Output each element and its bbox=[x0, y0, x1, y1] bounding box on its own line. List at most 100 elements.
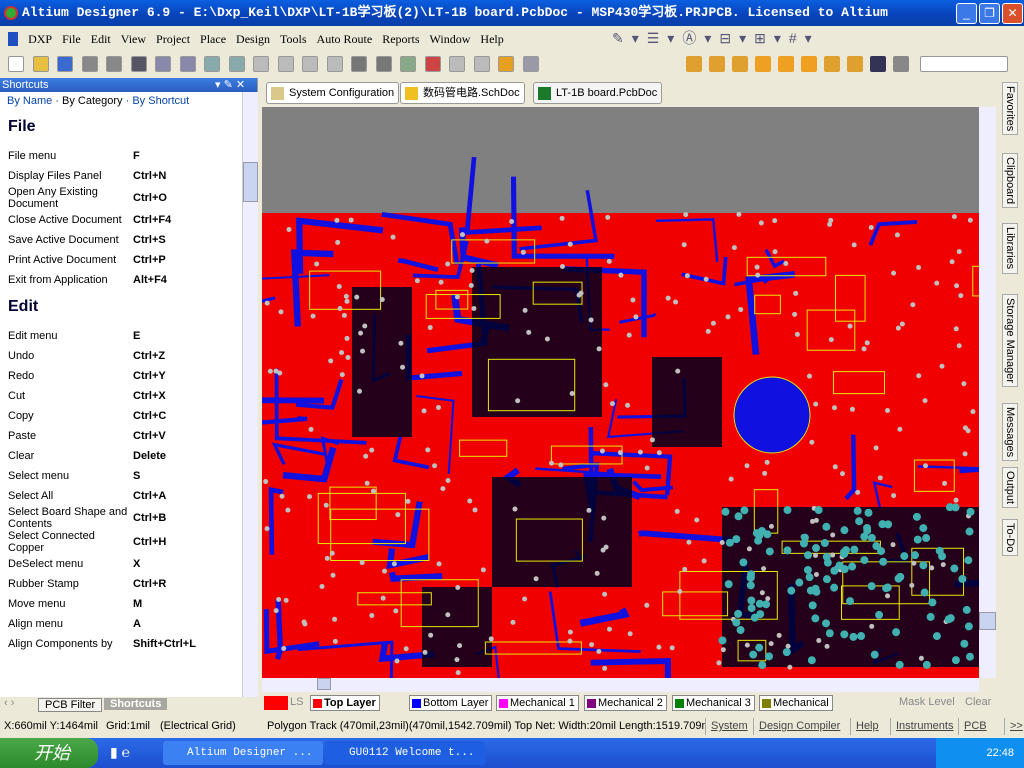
panel-scrollbar[interactable] bbox=[242, 92, 258, 698]
shortcut-row[interactable]: Edit menu E bbox=[0, 326, 257, 346]
status-button[interactable]: System bbox=[705, 718, 753, 735]
shortcut-row[interactable]: Save Active Document Ctrl+S bbox=[0, 230, 257, 250]
shortcut-row[interactable]: Select All Ctrl+A bbox=[0, 486, 257, 506]
horizontal-scrollbar[interactable] bbox=[262, 678, 979, 692]
shortcut-row[interactable]: Align menu A bbox=[0, 614, 257, 634]
place-tool-icon[interactable] bbox=[709, 56, 725, 72]
toolbar-icon[interactable] bbox=[228, 56, 245, 72]
toolbar-icon[interactable] bbox=[179, 56, 196, 72]
place-tool-icon[interactable] bbox=[778, 56, 794, 72]
by-shortcut-link[interactable]: By Shortcut bbox=[132, 95, 189, 107]
tab-system-configuration[interactable]: System Configuration bbox=[266, 82, 400, 104]
by-name-link[interactable]: By Name bbox=[7, 95, 52, 107]
side-tab-storage-manager[interactable]: Storage Manager bbox=[1002, 294, 1018, 388]
menu-help[interactable]: Help bbox=[475, 28, 508, 50]
shortcut-row[interactable]: Align Components by Shift+Ctrl+L bbox=[0, 634, 257, 654]
layer-tab[interactable]: Mechanical bbox=[759, 695, 833, 711]
menu-reports[interactable]: Reports bbox=[377, 28, 424, 50]
shortcut-row[interactable]: Select Connected Copper Ctrl+H bbox=[0, 530, 257, 554]
tab-shortcuts[interactable]: Shortcuts bbox=[104, 698, 168, 710]
menu-project[interactable]: Project bbox=[151, 28, 195, 50]
task-altium[interactable]: Altium Designer ... bbox=[163, 741, 323, 765]
toolbar-icon[interactable] bbox=[473, 56, 490, 72]
side-tab-messages[interactable]: Messages bbox=[1002, 402, 1018, 461]
layer-tab[interactable]: Bottom Layer bbox=[409, 695, 493, 711]
layer-tab[interactable]: Mechanical 3 bbox=[672, 695, 755, 711]
shortcut-row[interactable]: Cut Ctrl+X bbox=[0, 386, 257, 406]
toolbar-icon[interactable] bbox=[130, 56, 147, 72]
side-tab-favorites[interactable]: Favorites bbox=[1002, 82, 1018, 136]
side-tab-output[interactable]: Output bbox=[1002, 467, 1018, 509]
menu-edit[interactable]: Edit bbox=[86, 28, 116, 50]
shortcut-row[interactable]: Paste Ctrl+V bbox=[0, 426, 257, 446]
menu-dxp[interactable]: DXP bbox=[23, 28, 57, 50]
panel-menu-icon[interactable]: ▾ ✎ ✕ bbox=[215, 78, 245, 92]
tab-pcbdoc[interactable]: LT-1B board.PcbDoc bbox=[533, 82, 663, 104]
toolbar-icon[interactable] bbox=[351, 56, 367, 72]
menu-window[interactable]: Window bbox=[425, 28, 476, 50]
place-tool-icon[interactable] bbox=[870, 56, 886, 72]
menu-view[interactable]: View bbox=[116, 28, 151, 50]
place-tool-icon[interactable] bbox=[893, 56, 909, 72]
place-tool-icon[interactable] bbox=[847, 56, 863, 72]
status-button[interactable]: PCB bbox=[958, 718, 992, 735]
toolbar-icon[interactable] bbox=[57, 56, 73, 72]
side-tab-libraries[interactable]: Libraries bbox=[1002, 223, 1018, 274]
menu-file[interactable]: File bbox=[57, 28, 86, 50]
shortcut-row[interactable]: Select menu S bbox=[0, 466, 257, 486]
toolbar-icon[interactable] bbox=[204, 56, 220, 72]
toolbar-icon[interactable] bbox=[400, 56, 416, 72]
place-tool-icon[interactable] bbox=[824, 56, 840, 72]
close-button[interactable]: ✕ bbox=[1002, 3, 1023, 24]
toolbar-icon[interactable] bbox=[449, 56, 465, 72]
shortcut-row[interactable]: Clear Delete bbox=[0, 446, 257, 466]
status-button[interactable]: Instruments bbox=[890, 718, 958, 735]
toolbar-icon[interactable] bbox=[253, 56, 269, 72]
shortcut-row[interactable]: Redo Ctrl+Y bbox=[0, 366, 257, 386]
shortcut-row[interactable]: Rubber Stamp Ctrl+R bbox=[0, 574, 257, 594]
place-tool-icon[interactable] bbox=[686, 56, 702, 72]
shortcut-row[interactable]: Close Active Document Ctrl+F4 bbox=[0, 210, 257, 230]
shortcut-row[interactable]: Print Active Document Ctrl+P bbox=[0, 250, 257, 270]
shortcut-row[interactable]: Undo Ctrl+Z bbox=[0, 346, 257, 366]
toolbar-icon[interactable] bbox=[424, 56, 441, 72]
ls-button[interactable]: LS bbox=[290, 696, 303, 708]
menu-auto-route[interactable]: Auto Route bbox=[312, 28, 378, 50]
shortcut-row[interactable]: File menu F bbox=[0, 146, 257, 166]
toolbar-combo[interactable] bbox=[920, 56, 1008, 72]
status-button[interactable]: Help bbox=[850, 718, 884, 735]
shortcut-row[interactable]: Move menu M bbox=[0, 594, 257, 614]
shortcut-row[interactable]: Select Board Shape and Contents Ctrl+B bbox=[0, 506, 257, 530]
status-button[interactable]: Design Compiler bbox=[753, 718, 845, 735]
by-category-link[interactable]: By Category bbox=[62, 95, 123, 107]
toolbar-icon[interactable] bbox=[81, 56, 98, 72]
pcb-toolbar-icons[interactable]: ✎▾☰▾Ⓐ▾⊟▾⊞▾#▾ bbox=[612, 28, 820, 48]
start-button[interactable]: 开始 bbox=[0, 738, 98, 768]
side-tab-to-do[interactable]: To-Do bbox=[1002, 518, 1018, 557]
shortcut-row[interactable]: Open Any Existing Document Ctrl+O bbox=[0, 186, 257, 210]
toolbar-icon[interactable] bbox=[155, 56, 171, 72]
toolbar-icon[interactable] bbox=[8, 56, 24, 72]
maximize-button[interactable]: ❐ bbox=[979, 3, 1000, 24]
mask-level-button[interactable]: Mask Level bbox=[899, 696, 955, 708]
place-tool-icon[interactable] bbox=[732, 56, 748, 72]
shortcut-row[interactable]: Display Files Panel Ctrl+N bbox=[0, 166, 257, 186]
toolbar-icon[interactable] bbox=[277, 56, 294, 72]
menu-place[interactable]: Place bbox=[195, 28, 231, 50]
shortcut-row[interactable]: Exit from Application Alt+F4 bbox=[0, 270, 257, 290]
pcb-canvas[interactable] bbox=[262, 107, 979, 678]
side-tab-clipboard[interactable]: Clipboard bbox=[1002, 152, 1018, 208]
place-tool-icon[interactable] bbox=[755, 56, 771, 72]
tab-pcb-filter[interactable]: PCB Filter bbox=[38, 698, 103, 712]
quick-launch-icons[interactable]: ▮ ℮ bbox=[110, 744, 130, 761]
toolbar-icon[interactable] bbox=[32, 56, 49, 72]
layer-tab[interactable]: Mechanical 2 bbox=[584, 695, 667, 711]
menu-design[interactable]: Design bbox=[231, 28, 275, 50]
shortcut-row[interactable]: Copy Ctrl+C bbox=[0, 406, 257, 426]
minimize-button[interactable]: _ bbox=[956, 3, 977, 24]
toolbar-icon[interactable] bbox=[522, 56, 539, 72]
layer-tab[interactable]: Top Layer bbox=[310, 695, 380, 711]
vertical-scrollbar[interactable] bbox=[979, 107, 996, 678]
toolbar-icon[interactable] bbox=[375, 56, 392, 72]
task-pdf[interactable]: GU0112 Welcome t... bbox=[325, 741, 485, 765]
